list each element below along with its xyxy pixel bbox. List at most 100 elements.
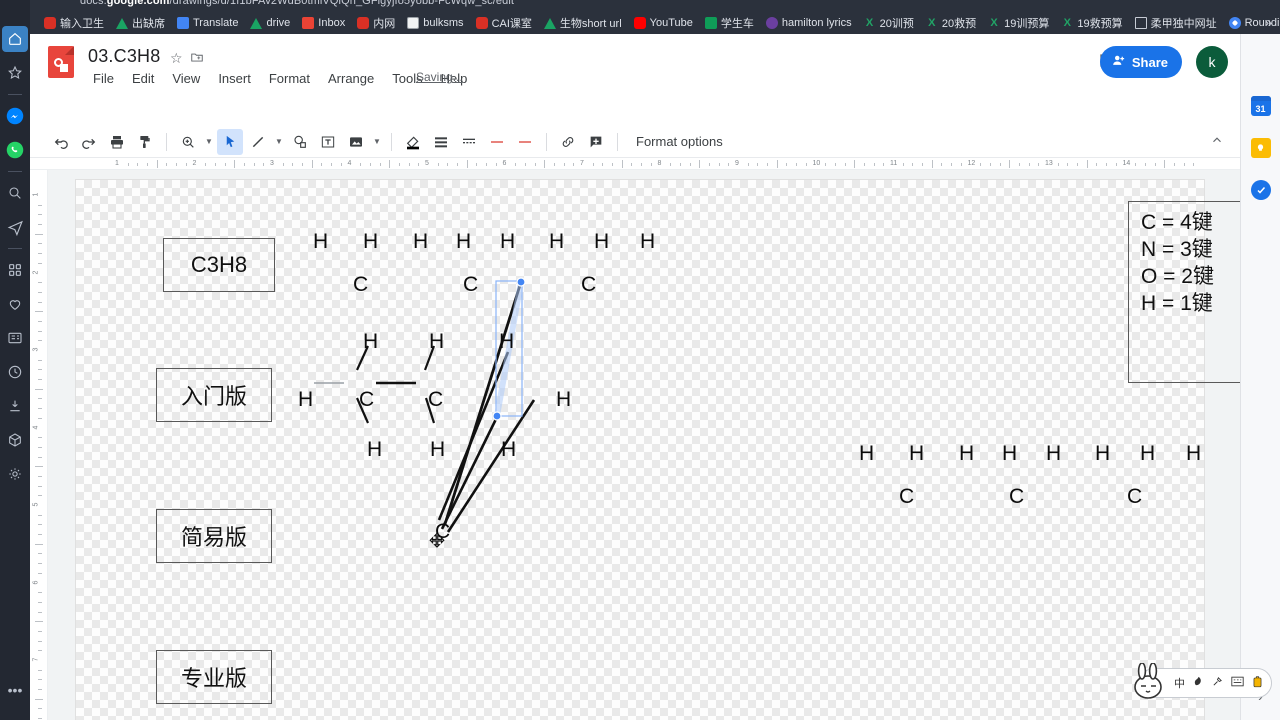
whatsapp-icon[interactable] — [2, 137, 28, 163]
atom-label-h[interactable]: H — [429, 330, 444, 354]
atom-label-c[interactable]: C — [359, 388, 374, 412]
print-button[interactable] — [104, 129, 130, 155]
atom-label-h[interactable]: H — [298, 388, 313, 412]
keyboard-icon[interactable] — [1231, 676, 1244, 690]
page-title[interactable]: 03.C3H8 — [88, 46, 160, 67]
bookmark-item[interactable]: X 20训预 — [858, 13, 920, 33]
undo-button[interactable] — [48, 129, 74, 155]
label-box-professional[interactable]: 专业版 — [156, 650, 272, 704]
atom-label-h[interactable]: H — [501, 438, 516, 462]
atom-label-h[interactable]: H — [456, 230, 471, 254]
menu-item-file[interactable]: File — [90, 70, 117, 87]
label-box-formula[interactable]: C3H8 — [163, 238, 275, 292]
line-start-button[interactable] — [484, 129, 510, 155]
move-to-folder-icon[interactable] — [190, 50, 204, 69]
label-box-simple[interactable]: 简易版 — [156, 509, 272, 563]
bookmark-item[interactable]: 输入卫生 — [38, 13, 110, 33]
atom-label-h[interactable]: H — [500, 230, 515, 254]
atom-label-c[interactable]: C — [1127, 485, 1142, 509]
insert-link-button[interactable] — [555, 129, 581, 155]
bookmark-item[interactable]: 学生车 — [699, 13, 760, 33]
atom-label-h[interactable]: H — [959, 442, 974, 466]
atom-label-h[interactable]: H — [1046, 442, 1061, 466]
atom-label-h[interactable]: H — [1186, 442, 1201, 466]
notes-icon[interactable] — [2, 325, 28, 351]
home-icon[interactable] — [2, 26, 28, 52]
bookmark-item[interactable]: X 19救预算 — [1055, 13, 1128, 33]
atom-label-c[interactable]: C — [353, 273, 368, 297]
menu-bar[interactable]: File Edit View Insert Format Arrange Too… — [90, 70, 470, 87]
history-icon[interactable] — [2, 359, 28, 385]
downloads-icon[interactable] — [2, 393, 28, 419]
bookmark-item[interactable]: X 19训预算 — [982, 13, 1055, 33]
google-side-panel[interactable]: 31 › — [1240, 34, 1280, 720]
search-icon[interactable] — [2, 180, 28, 206]
star-icon[interactable]: ☆ — [170, 50, 183, 67]
bookmark-item[interactable]: YouTube — [628, 13, 699, 33]
menu-item-format[interactable]: Format — [266, 70, 313, 87]
menu-item-edit[interactable]: Edit — [129, 70, 157, 87]
google-calendar-icon[interactable]: 31 — [1250, 96, 1271, 116]
ink-icon[interactable] — [1193, 676, 1204, 690]
valence-legend-box[interactable]: C = 4键 N = 3键 O = 2键 H = 1键 — [1128, 201, 1240, 383]
browser-side-panel[interactable]: ••• — [0, 0, 30, 720]
drawing-toolbar[interactable]: ▼ ▼ ▼ Format options — [30, 126, 1240, 158]
heart-icon[interactable] — [2, 291, 28, 317]
menu-item-view[interactable]: View — [169, 70, 203, 87]
drawing-canvas[interactable]: C3H8 入门版 简易版 专业版 C = 4键 N = 3键 O = 2键 H … — [75, 179, 1240, 720]
redo-button[interactable] — [76, 129, 102, 155]
share-button[interactable]: Share — [1099, 46, 1182, 78]
zoom-button[interactable] — [175, 129, 201, 155]
atom-label-h[interactable]: H — [859, 442, 874, 466]
zoom-dropdown-icon[interactable]: ▼ — [203, 137, 215, 146]
canvas-viewport[interactable]: C3H8 入门版 简易版 专业版 C = 4键 N = 3键 O = 2键 H … — [48, 170, 1240, 720]
atom-label-c[interactable]: C — [581, 273, 596, 297]
google-keep-icon[interactable] — [1250, 138, 1271, 158]
atom-label-h[interactable]: H — [430, 438, 445, 462]
ime-mode-label[interactable]: 中 — [1174, 675, 1185, 691]
tools-icon[interactable] — [1212, 676, 1223, 690]
atom-label-h[interactable]: H — [367, 438, 382, 462]
paint-format-button[interactable] — [132, 129, 158, 155]
image-dropdown-icon[interactable]: ▼ — [371, 137, 383, 146]
atom-label-h[interactable]: H — [363, 230, 378, 254]
bookmarks-bar[interactable]: 输入卫生 出缺席 Translate drive Inbox 内网 bulksm… — [30, 12, 1280, 34]
atom-label-h[interactable]: H — [363, 330, 378, 354]
atom-label-h[interactable]: H — [1095, 442, 1110, 466]
border-dash-button[interactable] — [456, 129, 482, 155]
line-end-button[interactable] — [512, 129, 538, 155]
avatar[interactable]: k — [1196, 46, 1228, 78]
menu-item-insert[interactable]: Insert — [215, 70, 254, 87]
box-icon[interactable] — [2, 427, 28, 453]
atom-label-h[interactable]: H — [556, 388, 571, 412]
atom-label-c[interactable]: C — [428, 388, 443, 412]
rail-more-button[interactable]: ••• — [0, 682, 30, 698]
insert-comment-button[interactable] — [583, 129, 609, 155]
atom-label-h[interactable]: H — [1002, 442, 1017, 466]
atom-label-h[interactable]: H — [413, 230, 428, 254]
fill-color-button[interactable] — [400, 129, 426, 155]
atom-label-c[interactable]: C — [899, 485, 914, 509]
atom-label-h[interactable]: H — [1140, 442, 1155, 466]
chevron-up-icon[interactable] — [1210, 133, 1224, 150]
text-box-button[interactable] — [315, 129, 341, 155]
atom-label-h[interactable]: H — [499, 330, 514, 354]
line-dropdown-icon[interactable]: ▼ — [273, 137, 285, 146]
atom-label-c[interactable]: C — [1009, 485, 1024, 509]
atom-label-h[interactable]: H — [313, 230, 328, 254]
bookmarks-overflow-button[interactable]: » — [1265, 15, 1272, 30]
border-color-button[interactable] — [428, 129, 454, 155]
select-tool-button[interactable] — [217, 128, 243, 155]
atom-label-c[interactable]: C — [463, 273, 478, 297]
telegram-icon[interactable] — [2, 214, 28, 240]
bookmark-item[interactable]: Translate — [171, 13, 244, 33]
bookmark-item[interactable]: 出缺席 — [110, 13, 171, 33]
menu-item-arrange[interactable]: Arrange — [325, 70, 377, 87]
google-tasks-icon[interactable] — [1250, 180, 1271, 200]
bookmark-item[interactable]: 内网 — [351, 13, 401, 33]
label-box-beginner[interactable]: 入门版 — [156, 368, 272, 422]
bookmark-item[interactable]: hamilton lyrics — [760, 13, 858, 33]
atom-label-h[interactable]: H — [640, 230, 655, 254]
skin-icon[interactable] — [1252, 675, 1263, 691]
image-button[interactable] — [343, 129, 369, 155]
